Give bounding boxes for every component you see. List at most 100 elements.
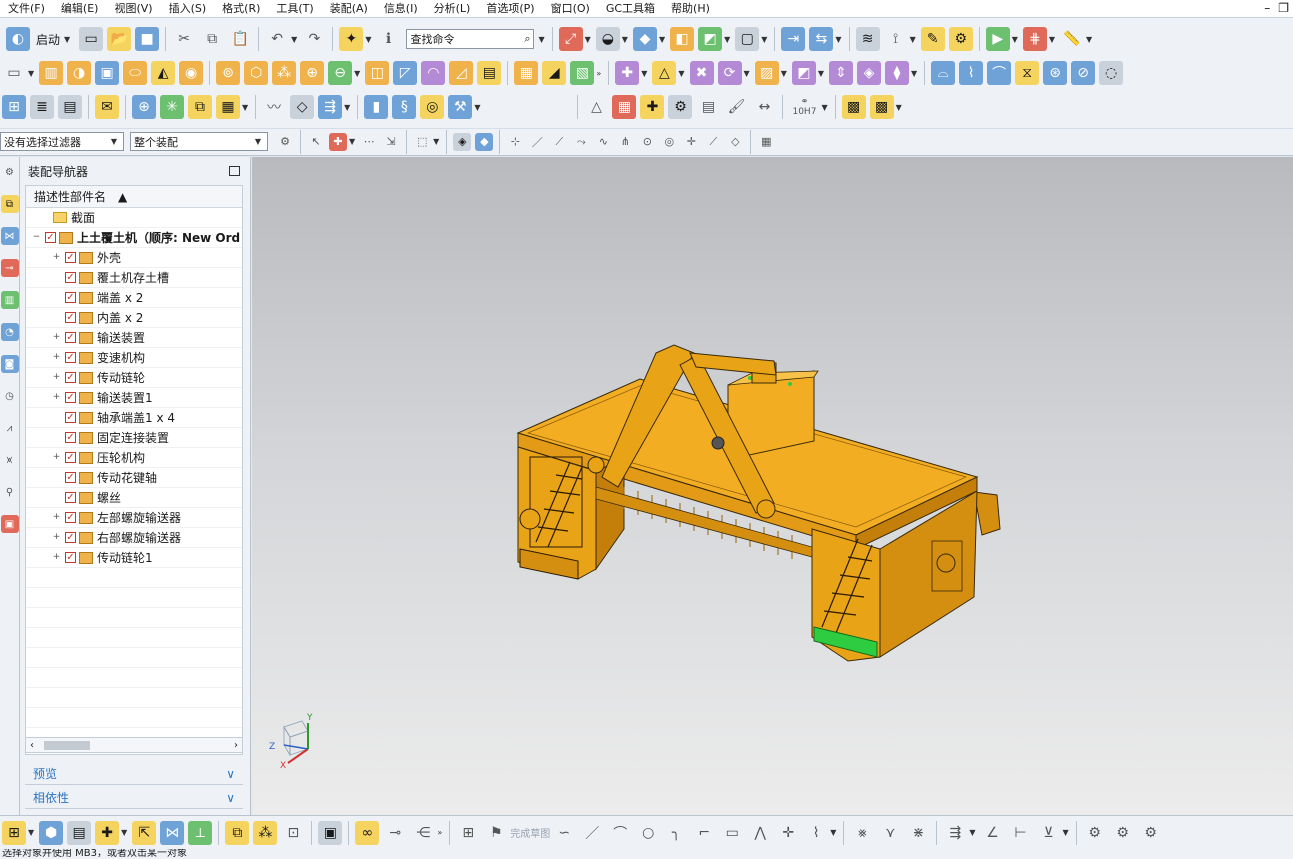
surface-icon[interactable]: ⌓ <box>931 61 956 85</box>
component-array-icon[interactable]: ▦ <box>216 95 240 119</box>
finish-sketch-flag-icon[interactable]: ⚑ <box>484 821 508 845</box>
scroll-right-icon[interactable]: › <box>234 740 238 751</box>
background-icon[interactable]: ▢ <box>735 27 760 51</box>
face-select-icon[interactable]: ◈ <box>453 132 472 151</box>
chevron-down-icon[interactable]: ▼ <box>835 35 841 44</box>
drafting-icon[interactable]: ✉ <box>95 95 119 119</box>
menu-item[interactable]: 帮助(H) <box>663 0 718 18</box>
collapse-icon[interactable]: − <box>32 233 41 242</box>
chevron-down-icon[interactable]: ▼ <box>1063 828 1069 837</box>
profile-icon[interactable]: ∽ <box>552 821 576 845</box>
revolve-icon[interactable]: ◑ <box>67 61 92 85</box>
geometric-constraint-icon[interactable]: ∠ <box>981 821 1005 845</box>
maximize-icon[interactable] <box>229 166 240 176</box>
visibility-checkbox[interactable]: ✓ <box>45 232 56 243</box>
restore-icon[interactable]: ❐ <box>1278 1 1289 15</box>
tree-row[interactable]: + ✓ 输送装置1 <box>26 388 242 408</box>
filter-settings-icon[interactable]: ⚙ <box>276 133 294 151</box>
visibility-checkbox[interactable]: ✓ <box>65 292 76 303</box>
robot-icon[interactable]: ⚲ <box>1 483 19 501</box>
rectangle-select-icon[interactable]: ⬚ <box>413 133 431 151</box>
menu-item[interactable]: 格式(R) <box>214 0 268 18</box>
horizontal-scrollbar[interactable]: ‹ › <box>25 737 243 753</box>
assembly-constraint-icon[interactable]: ⇆ <box>809 27 834 51</box>
visibility-checkbox[interactable]: ✓ <box>65 332 76 343</box>
new-file-icon[interactable]: ▭ <box>79 27 104 51</box>
mirror-assembly-icon[interactable]: ⧉ <box>188 95 212 119</box>
point-icon[interactable]: ✛ <box>776 821 800 845</box>
discharge-chute[interactable] <box>973 491 1001 536</box>
sketch-settings-icon[interactable]: ⚙ <box>1083 821 1107 845</box>
selection-tool-icon[interactable]: ✦ <box>339 27 364 51</box>
chevron-down-icon[interactable]: ▼ <box>1086 35 1092 44</box>
note-icon[interactable]: ▤ <box>696 95 720 119</box>
snap-midpoint-icon[interactable]: ⟋ <box>550 133 568 151</box>
layers-icon[interactable]: ≣ <box>30 95 54 119</box>
more-icon[interactable]: » <box>437 828 442 837</box>
polygon-icon[interactable]: ⋀ <box>748 821 772 845</box>
snap-grid-icon[interactable]: ▦ <box>757 133 775 151</box>
chevron-down-icon[interactable]: ▼ <box>761 35 767 44</box>
visibility-checkbox[interactable]: ✓ <box>65 552 76 563</box>
table-icon[interactable]: ▦ <box>612 95 637 119</box>
chamfer-icon[interactable]: ◿ <box>449 61 474 85</box>
dimension-constraint-icon[interactable]: ⊢ <box>1009 821 1033 845</box>
menu-item[interactable]: 插入(S) <box>161 0 215 18</box>
layer-settings-icon[interactable]: ◧ <box>670 27 695 51</box>
replace-face-icon[interactable]: ⟳ <box>717 61 742 85</box>
chevron-down-icon[interactable]: ▼ <box>1049 35 1055 44</box>
visibility-checkbox[interactable]: ✓ <box>65 272 76 283</box>
menu-item[interactable]: GC工具箱 <box>598 0 663 18</box>
add-existing-icon[interactable]: ✚ <box>95 820 120 845</box>
gear-part-icon[interactable]: ⚙ <box>668 95 693 119</box>
menu-item[interactable]: 信息(I) <box>376 0 426 18</box>
chevron-down-icon[interactable]: ▼ <box>474 103 480 112</box>
web-browser-tab-icon[interactable]: ◔ <box>0 323 19 341</box>
part-navigator-tab-icon[interactable]: ⊸ <box>0 259 19 277</box>
redo-icon[interactable]: ↷ <box>302 27 326 51</box>
snap-face-icon[interactable]: ◇ <box>726 133 744 151</box>
preview-section[interactable]: 预览 ∨ <box>25 763 243 785</box>
pull-face-icon[interactable]: ⇕ <box>829 61 853 85</box>
cylinder-icon[interactable]: ⬭ <box>123 61 148 85</box>
studio-spline-icon[interactable]: ⌇ <box>804 821 828 845</box>
measure-icon[interactable]: ≋ <box>855 27 880 51</box>
assembly-icon[interactable]: ⊞ <box>2 820 26 845</box>
edit-object-icon[interactable]: ✎ <box>920 27 945 51</box>
chevron-down-icon[interactable]: ▼ <box>538 35 544 44</box>
sphere-icon[interactable]: ◉ <box>179 61 204 85</box>
pointer-icon[interactable]: ⇲ <box>382 133 400 151</box>
draft-icon[interactable]: ◸ <box>393 61 418 85</box>
finish-sketch-label[interactable]: 完成草图 <box>510 825 550 840</box>
tree-row[interactable]: + ✓ 外壳 <box>26 248 242 268</box>
expand-icon[interactable]: + <box>52 453 61 462</box>
cut-icon[interactable]: ✂ <box>172 27 196 51</box>
info-icon[interactable]: ℹ <box>376 27 400 51</box>
tree-row[interactable]: − ✓ 上土覆土机（顺序: New Ord <box>26 228 242 248</box>
chevron-down-icon[interactable]: ▼ <box>818 69 824 78</box>
visibility-checkbox[interactable]: ✓ <box>65 492 76 503</box>
chevron-down-icon[interactable]: ▼ <box>28 69 34 78</box>
mirror-face-icon[interactable]: ⧫ <box>885 61 909 85</box>
line-icon[interactable]: ／ <box>580 821 604 845</box>
add-view-icon[interactable]: ✚ <box>640 95 665 119</box>
triangle-icon[interactable]: △ <box>584 95 608 119</box>
scroll-left-icon[interactable]: ‹ <box>30 740 34 751</box>
snap-curve-icon[interactable]: ⤳ <box>572 133 590 151</box>
snap-tangent-icon[interactable]: ⟋ <box>704 133 722 151</box>
csys-icon[interactable]: ⟟ <box>884 27 908 51</box>
trim-sheet-icon[interactable]: ⊘ <box>1071 61 1096 85</box>
chevron-down-icon[interactable]: ▼ <box>678 69 684 78</box>
start-button[interactable]: ◐ 启动 ▼ <box>0 27 77 51</box>
dimension-icon[interactable]: ↔ <box>752 95 776 119</box>
tree-row[interactable]: + ✓ 左部螺旋输送器 <box>26 508 242 528</box>
new-component-icon[interactable]: ✳ <box>160 95 184 119</box>
cone-icon[interactable]: ◭ <box>151 61 176 85</box>
soil-covering-machine-model[interactable] <box>516 344 1001 662</box>
tree-row[interactable]: ✓ 覆土机存土槽 <box>26 268 242 288</box>
tree-row[interactable]: + ✓ 输送装置 <box>26 328 242 348</box>
component-properties-icon[interactable]: ▤ <box>67 820 92 845</box>
fit-view-icon[interactable]: ⤢ <box>558 27 583 51</box>
arc-icon[interactable]: ⌒ <box>608 821 632 845</box>
history-tab-icon[interactable]: ◙ <box>0 355 19 373</box>
